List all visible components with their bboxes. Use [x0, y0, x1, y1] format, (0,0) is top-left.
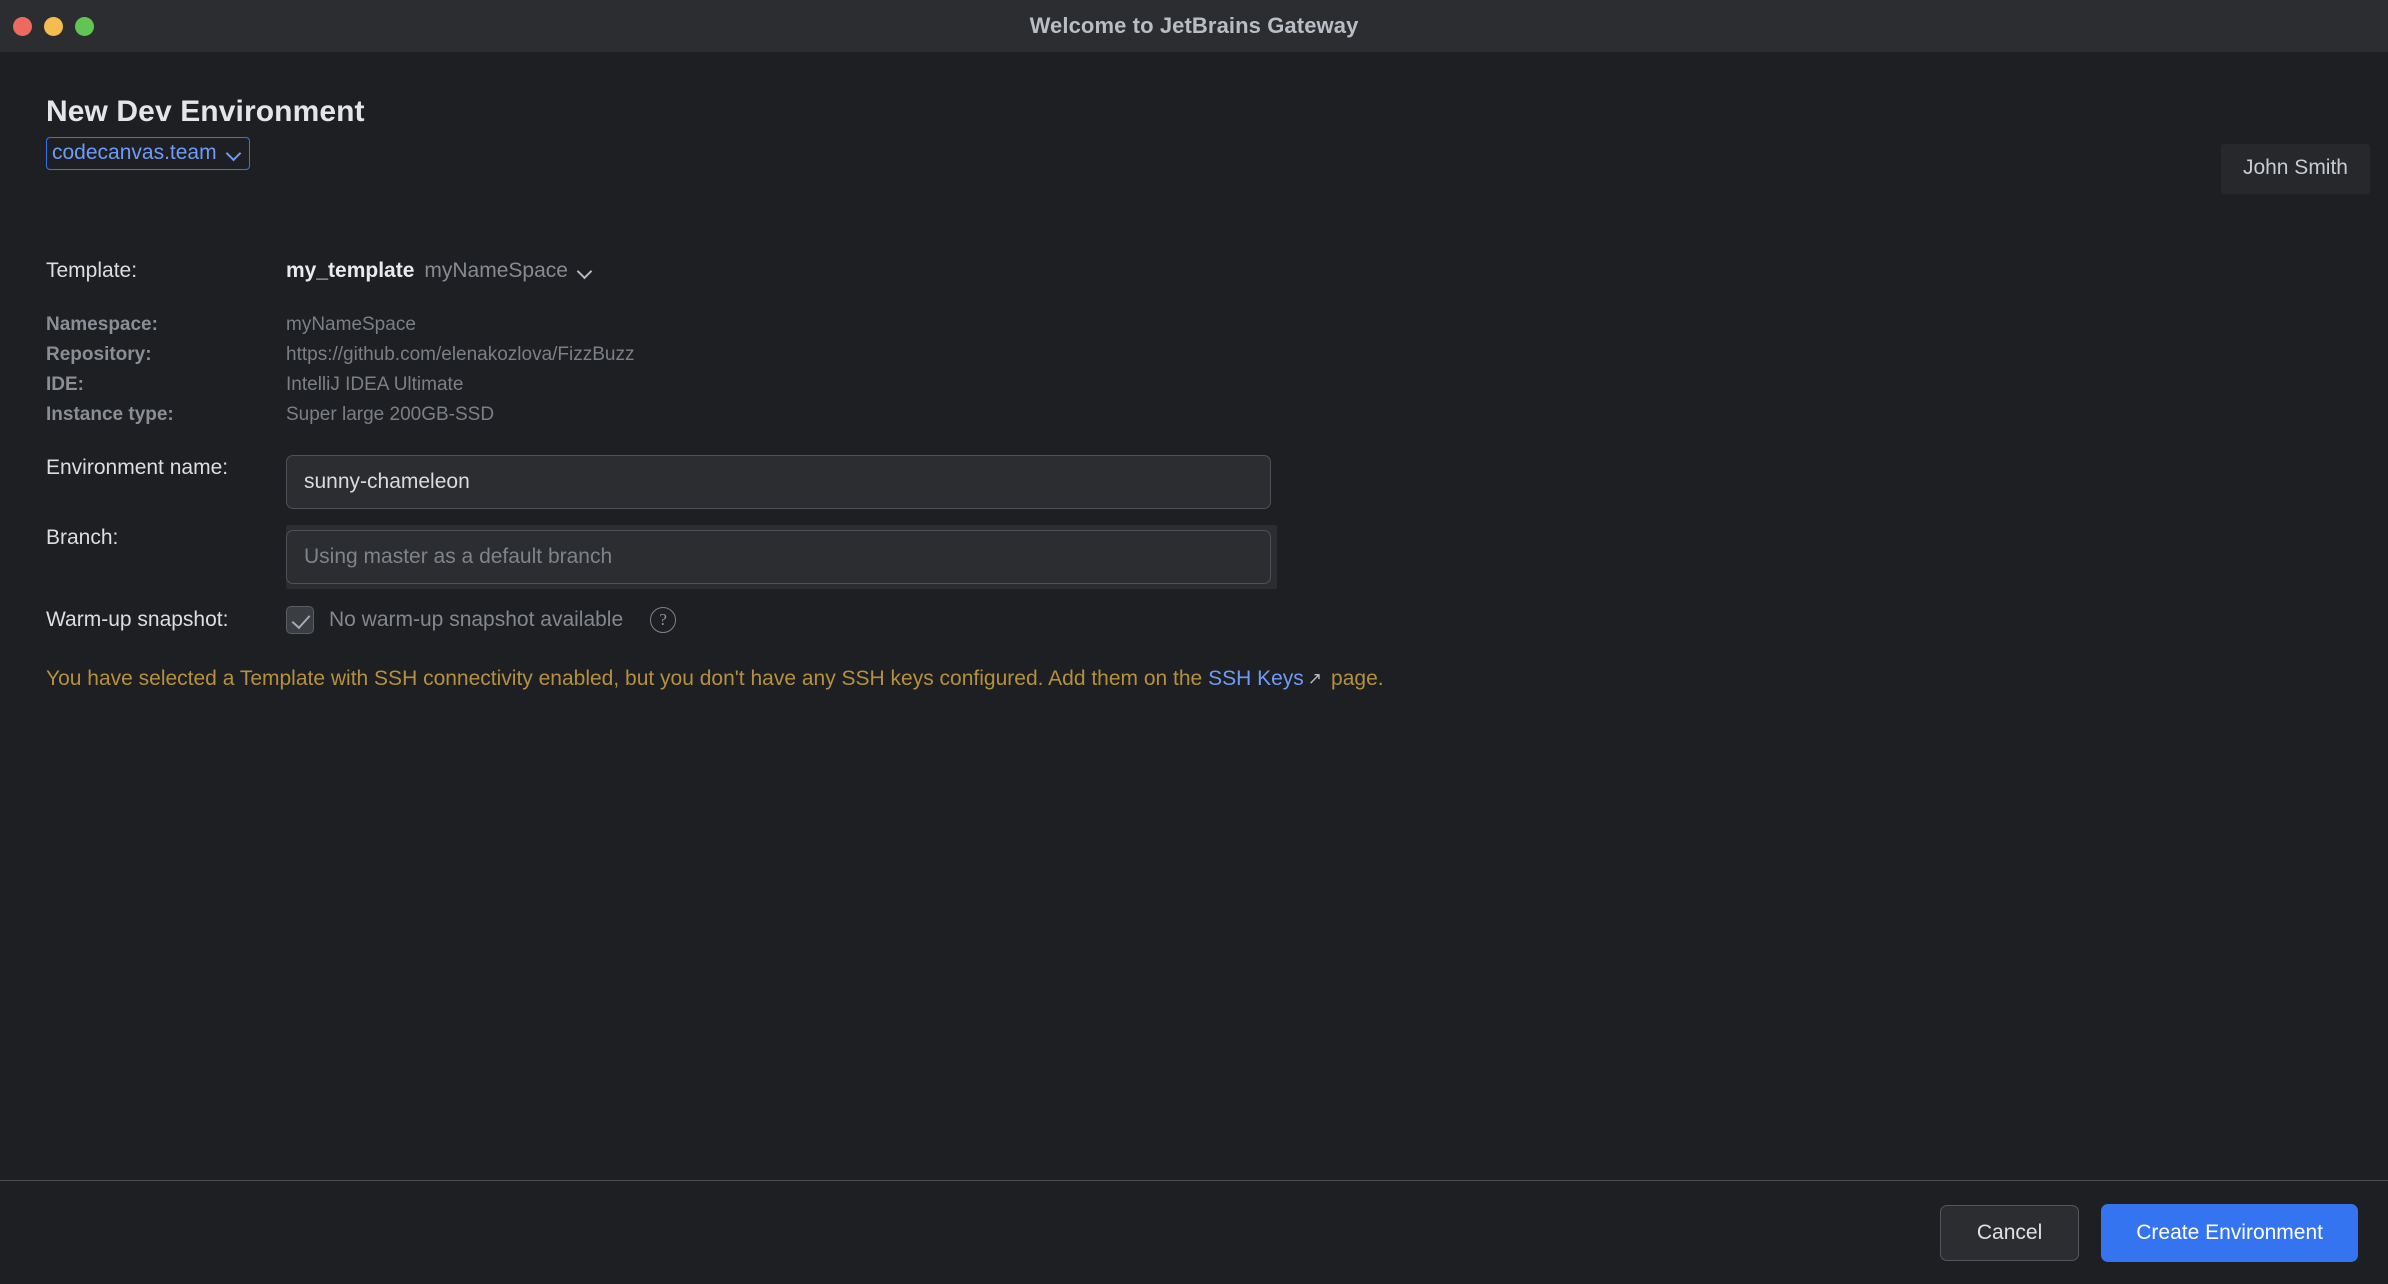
- ssh-warning-message: You have selected a Template with SSH co…: [0, 665, 2388, 694]
- branch-row: Branch:: [0, 525, 2388, 589]
- branch-field: [286, 525, 2388, 589]
- title-bar: Welcome to JetBrains Gateway: [0, 0, 2388, 52]
- environment-name-field: [286, 455, 2388, 509]
- detail-key: IDE:: [46, 374, 84, 395]
- detail-value: Super large 200GB-SSD: [286, 404, 495, 425]
- warmup-snapshot-field: No warm-up snapshot available ?: [286, 606, 2388, 634]
- organization-selector-label: codecanvas.team: [52, 141, 217, 164]
- main-content: New Dev Environment codecanvas.team John…: [0, 52, 2388, 1180]
- traffic-lights: [13, 0, 94, 52]
- new-environment-form: Template: my_template myNameSpace Namesp…: [0, 258, 2388, 694]
- zoom-window-button[interactable]: [75, 16, 94, 36]
- ssh-keys-link[interactable]: SSH Keys: [1208, 667, 1304, 690]
- warmup-snapshot-label: Warm-up snapshot:: [46, 608, 229, 631]
- template-field: my_template myNameSpace: [286, 258, 2388, 284]
- template-row: Template: my_template myNameSpace: [0, 258, 2388, 284]
- cancel-button[interactable]: Cancel: [1939, 1204, 2080, 1261]
- ssh-warning-text-after: page.: [1331, 667, 1384, 690]
- create-environment-button[interactable]: Create Environment: [2101, 1203, 2358, 1262]
- close-window-button[interactable]: [13, 16, 32, 36]
- detail-row: Namespace: myNameSpace: [46, 310, 2388, 340]
- chevron-down-icon: [578, 264, 592, 278]
- template-namespace: myNameSpace: [424, 259, 568, 282]
- warmup-snapshot-controls: No warm-up snapshot available ?: [286, 606, 2388, 634]
- user-account-button[interactable]: John Smith: [2220, 144, 2370, 194]
- detail-key: Instance type:: [46, 404, 174, 425]
- branch-input[interactable]: [286, 530, 1271, 584]
- page-title: New Dev Environment: [46, 95, 365, 128]
- help-icon[interactable]: ?: [650, 607, 677, 633]
- detail-key: Repository:: [46, 344, 152, 365]
- detail-row: Repository: https://github.com/elenakozl…: [46, 340, 2388, 370]
- template-name: my_template: [286, 259, 415, 282]
- window-title: Welcome to JetBrains Gateway: [1029, 13, 1359, 38]
- warmup-snapshot-row: Warm-up snapshot: No warm-up snapshot av…: [0, 603, 2388, 637]
- detail-value: myNameSpace: [286, 314, 416, 335]
- template-details: Namespace: myNameSpace Repository: https…: [0, 310, 2388, 430]
- minimize-window-button[interactable]: [44, 16, 63, 36]
- detail-row: Instance type: Super large 200GB-SSD: [46, 400, 2388, 430]
- environment-name-input[interactable]: [286, 455, 1271, 509]
- template-dropdown[interactable]: my_template myNameSpace: [286, 258, 592, 284]
- page-header: New Dev Environment codecanvas.team: [46, 94, 365, 170]
- detail-row: IDE: IntelliJ IDEA Ultimate: [46, 370, 2388, 400]
- chevron-down-icon: [227, 146, 241, 160]
- external-link-icon: ↗: [1307, 669, 1323, 688]
- template-label: Template:: [46, 259, 138, 282]
- branch-label: Branch:: [46, 526, 119, 549]
- branch-input-wrapper: [286, 525, 1277, 589]
- detail-key: Namespace:: [46, 314, 158, 335]
- detail-value: IntelliJ IDEA Ultimate: [286, 374, 464, 395]
- dialog-footer: Cancel Create Environment: [0, 1180, 2388, 1284]
- ssh-warning-text-before: You have selected a Template with SSH co…: [46, 667, 1209, 690]
- environment-name-label: Environment name:: [46, 456, 229, 479]
- organization-selector[interactable]: codecanvas.team: [46, 137, 250, 170]
- detail-value: https://github.com/elenakozlova/FizzBuzz: [286, 344, 635, 365]
- warmup-snapshot-text: No warm-up snapshot available: [329, 608, 624, 631]
- gateway-window: Welcome to JetBrains Gateway New Dev Env…: [0, 0, 2388, 1284]
- warmup-snapshot-checkbox[interactable]: [286, 606, 314, 634]
- environment-name-row: Environment name:: [0, 455, 2388, 509]
